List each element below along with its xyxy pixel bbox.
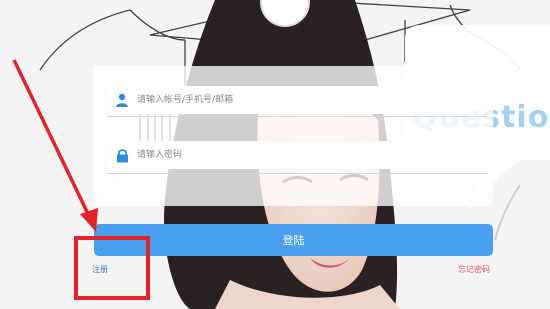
user-icon — [107, 86, 137, 114]
login-button[interactable]: 登陆 — [94, 224, 493, 256]
lock-icon — [107, 141, 137, 169]
password-field[interactable] — [107, 141, 473, 169]
forgot-password-link[interactable]: 忘记密码 — [458, 264, 490, 275]
username-underline — [107, 116, 487, 117]
register-link[interactable]: 注册 — [92, 264, 108, 275]
password-underline — [107, 173, 487, 174]
username-input[interactable] — [137, 90, 457, 110]
username-field[interactable] — [107, 86, 473, 114]
password-input[interactable] — [137, 145, 457, 165]
